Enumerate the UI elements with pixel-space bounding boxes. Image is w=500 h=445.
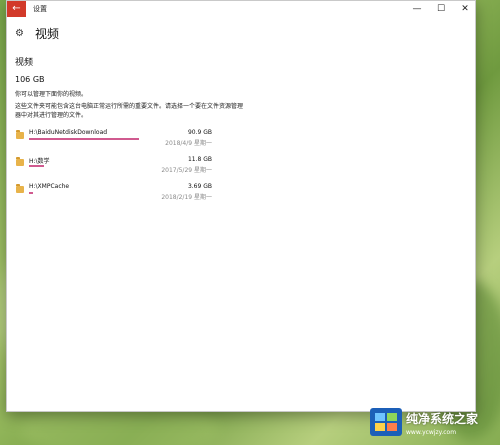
- section-title: 视频: [15, 58, 34, 68]
- usage-bar: [29, 192, 141, 194]
- usage-bar-fill: [29, 165, 44, 167]
- folder-icon: [16, 130, 24, 139]
- description-text: 你可以管理下面你的视频。: [15, 91, 88, 98]
- folder-size: 11.8 GB: [187, 156, 212, 163]
- usage-bar: [29, 165, 141, 167]
- usage-bar: [29, 138, 141, 140]
- page-header: ⚙ 视频: [15, 25, 59, 42]
- settings-window: ← 设置 — ☐ ✕ ⚙ 视频 视频 106 GB 你可以管理下面你的视频。 这…: [6, 0, 476, 412]
- folder-icon: [16, 184, 24, 193]
- folder-item[interactable]: H:\XMPCache 3.69 GB 2018/2/19 星期一: [15, 183, 215, 205]
- folder-date: 2018/4/9 星期一: [165, 140, 212, 147]
- maximize-button[interactable]: ☐: [429, 1, 453, 17]
- back-button[interactable]: ←: [7, 1, 26, 17]
- usage-bar-fill: [29, 192, 34, 194]
- folder-date: 2018/2/19 星期一: [161, 194, 212, 201]
- close-button[interactable]: ✕: [453, 1, 477, 17]
- folder-path: H:\数学: [29, 158, 50, 165]
- folder-item[interactable]: H:\BaiduNetdiskDownload 90.9 GB 2018/4/9…: [15, 129, 215, 151]
- folder-date: 2017/5/29 星期一: [161, 167, 212, 174]
- description-warning: 这些文件夹可能包含这台电脑正常运行所需的重要文件。请选择一个要在文件资源管理器中…: [15, 103, 244, 119]
- folder-path: H:\XMPCache: [29, 183, 70, 190]
- folder-icon: [16, 157, 24, 166]
- title-bar: ← 设置 — ☐ ✕: [7, 1, 475, 17]
- folder-size: 90.9 GB: [187, 129, 212, 136]
- usage-bar-fill: [29, 138, 139, 140]
- window-title: 设置: [33, 5, 47, 13]
- page-title: 视频: [35, 27, 60, 41]
- watermark-url: www.ycwjzy.com: [406, 429, 457, 436]
- folder-size: 3.69 GB: [187, 183, 212, 190]
- total-size: 106 GB: [15, 75, 45, 84]
- folder-item[interactable]: H:\数学 11.8 GB 2017/5/29 星期一: [15, 156, 215, 178]
- folder-path: H:\BaiduNetdiskDownload: [29, 129, 108, 136]
- watermark-logo-icon: [370, 408, 402, 436]
- watermark-name: 纯净系统之家: [406, 412, 479, 426]
- gear-icon: ⚙: [15, 28, 24, 39]
- minimize-button[interactable]: —: [405, 1, 429, 17]
